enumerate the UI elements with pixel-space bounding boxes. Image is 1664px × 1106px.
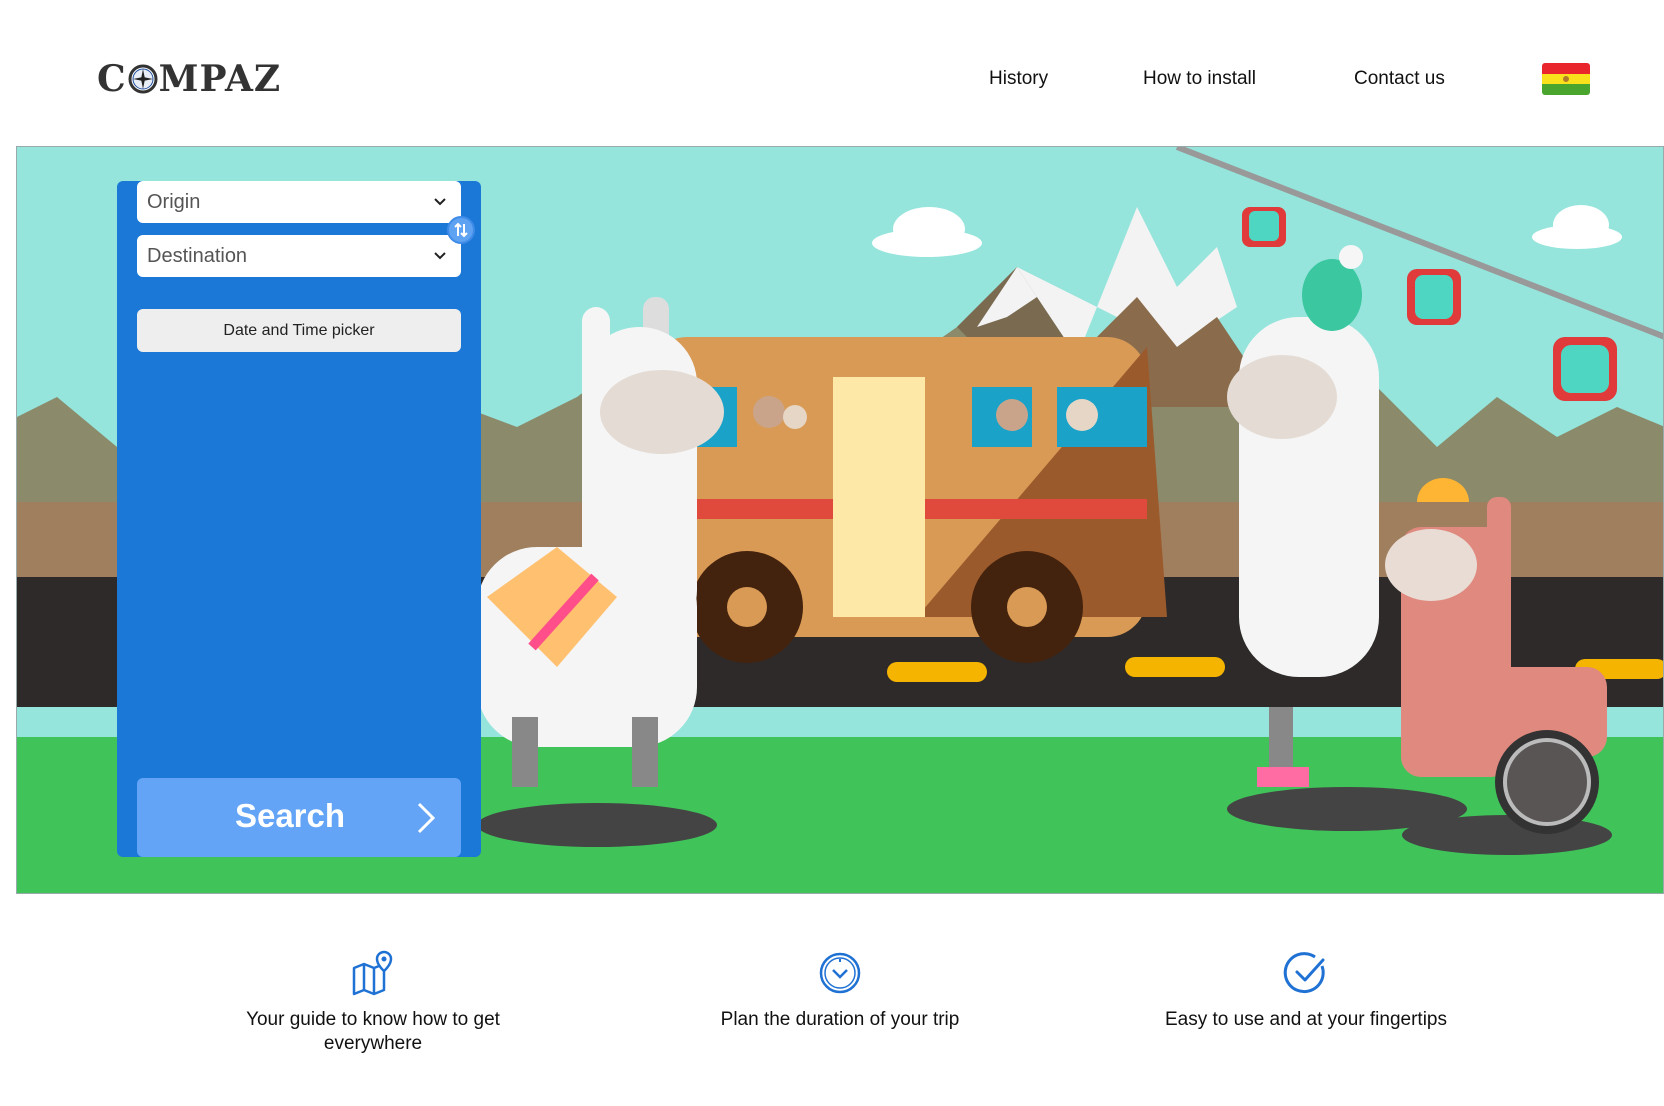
flag-stripe-yellow bbox=[1542, 73, 1590, 85]
date-time-picker[interactable]: Date and Time picker bbox=[137, 309, 461, 352]
nav-history[interactable]: History bbox=[989, 68, 1048, 90]
compass-icon bbox=[128, 64, 158, 94]
check-circle-icon bbox=[1283, 952, 1325, 994]
feature-duration: Plan the duration of your trip bbox=[690, 950, 990, 1032]
site-header: C MPAZ History How to install Contact us bbox=[0, 0, 1664, 140]
flag-stripe-green bbox=[1542, 84, 1590, 95]
destination-placeholder: Destination bbox=[147, 245, 248, 267]
swap-origin-destination-button[interactable] bbox=[447, 216, 475, 244]
nav-contact-us[interactable]: Contact us bbox=[1354, 68, 1445, 90]
feature-guide-text: Your guide to know how to get everywhere bbox=[246, 1009, 500, 1054]
chevron-down-icon bbox=[434, 252, 446, 260]
feature-easy: Easy to use and at your fingertips bbox=[1156, 950, 1456, 1032]
bus bbox=[647, 337, 1167, 663]
compaz-logo[interactable]: C MPAZ bbox=[97, 58, 281, 100]
chevron-right-icon bbox=[417, 802, 436, 834]
language-flag-button[interactable] bbox=[1542, 63, 1590, 95]
feature-duration-text: Plan the duration of your trip bbox=[720, 1009, 960, 1030]
hero-illustration: Origin Destination Date and Time picker … bbox=[16, 146, 1664, 894]
origin-select[interactable]: Origin bbox=[137, 181, 461, 223]
trip-search-panel: Origin Destination Date and Time picker … bbox=[117, 181, 481, 857]
origin-placeholder: Origin bbox=[147, 191, 201, 213]
search-button-label: Search bbox=[234, 797, 346, 834]
flag-stripe-red bbox=[1542, 63, 1590, 74]
swap-arrows-icon bbox=[454, 222, 468, 238]
destination-select[interactable]: Destination bbox=[137, 235, 461, 277]
feature-guide: Your guide to know how to get everywhere bbox=[223, 950, 523, 1056]
logo-text-end: MPAZ bbox=[158, 58, 282, 100]
chevron-down-icon bbox=[434, 198, 446, 206]
feature-easy-text: Easy to use and at your fingertips bbox=[1165, 1009, 1447, 1030]
nav-how-to-install[interactable]: How to install bbox=[1143, 68, 1256, 90]
map-pin-icon bbox=[352, 950, 393, 996]
clock-icon bbox=[819, 952, 861, 994]
search-button[interactable]: Search bbox=[137, 778, 461, 857]
logo-text-start: C bbox=[97, 58, 127, 100]
